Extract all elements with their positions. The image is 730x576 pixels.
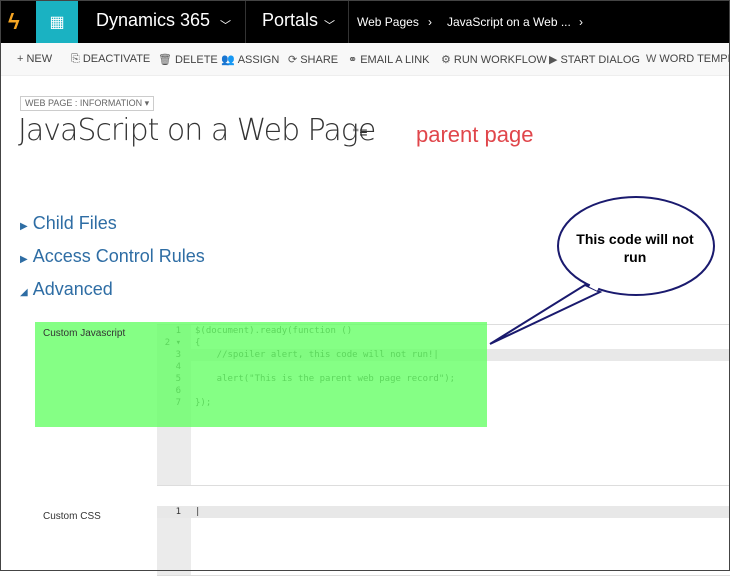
callout-text: This code will not run: [576, 231, 694, 265]
callout-bubble: [489, 196, 715, 345]
